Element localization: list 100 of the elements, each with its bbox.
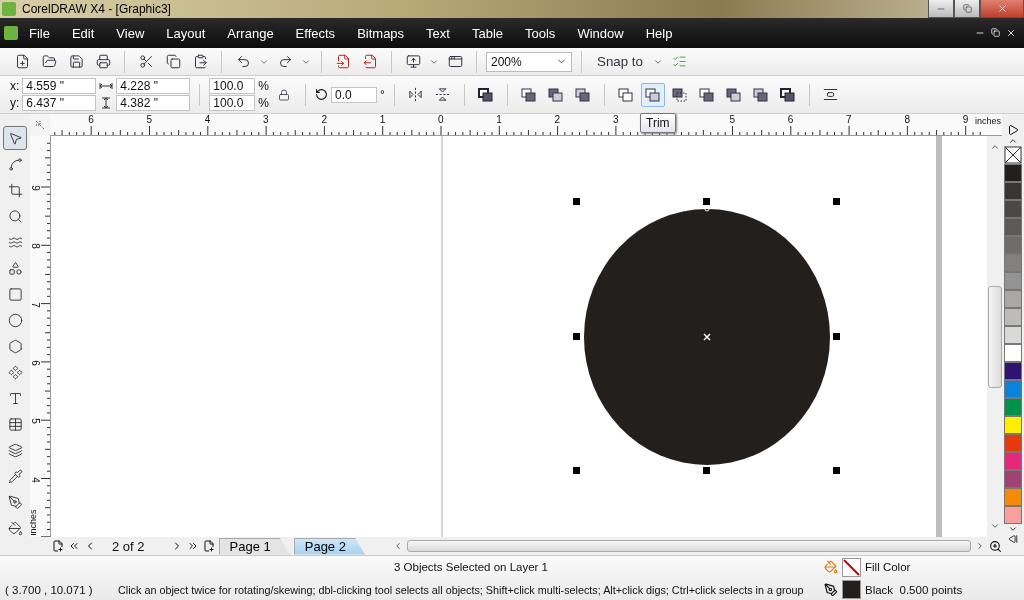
x-position-field[interactable]: 4.559 " — [22, 78, 97, 94]
ruler-origin-corner[interactable] — [30, 114, 50, 136]
mirror-icon — [408, 87, 424, 102]
ellipse-shape[interactable] — [584, 209, 830, 465]
overlapping-squares-icon — [547, 86, 565, 103]
scroll-up-icon[interactable] — [1008, 136, 1018, 146]
color-swatch[interactable] — [1004, 254, 1022, 272]
file-arrow-icon — [362, 54, 378, 69]
clipboard-icon — [192, 54, 208, 69]
selection-handle[interactable] — [703, 198, 710, 205]
color-swatch[interactable] — [1004, 434, 1022, 452]
color-swatch[interactable] — [1004, 272, 1022, 290]
fill-status: Fill Color — [865, 561, 911, 573]
menu-item[interactable]: View — [105, 25, 156, 41]
selection-handle[interactable] — [833, 467, 840, 474]
ruler-label: 4 — [204, 115, 211, 125]
menu-item[interactable]: Tools — [514, 25, 567, 41]
menu-item[interactable]: Table — [460, 25, 514, 41]
overlapping-squares-icon — [671, 86, 689, 103]
scroll-down-icon[interactable] — [1008, 524, 1018, 534]
overlapping-squares-icon — [520, 86, 538, 103]
color-swatch[interactable] — [1004, 182, 1022, 200]
center-marker — [703, 333, 711, 341]
selection-handle[interactable] — [833, 333, 840, 340]
selection-handle[interactable] — [703, 467, 710, 474]
palette-menu-icon[interactable] — [1007, 124, 1019, 136]
last-page-icon[interactable] — [186, 540, 199, 552]
ruler-label: 6 — [88, 115, 94, 125]
zoom-level-dropdown[interactable]: 200% — [486, 51, 572, 72]
percent-sign: % — [258, 79, 269, 93]
window-title: CorelDRAW X4 - [Graphic3] — [22, 2, 171, 16]
scale-y-field[interactable]: 100.0 — [209, 95, 256, 111]
color-swatch[interactable] — [1004, 218, 1022, 236]
page-tab[interactable]: Page 2 — [293, 537, 365, 555]
color-swatch[interactable] — [1004, 506, 1022, 524]
selection-handle[interactable] — [573, 467, 580, 474]
menu-item[interactable]: File — [18, 25, 61, 41]
color-swatch[interactable] — [1004, 470, 1022, 488]
ruler-label: 8 — [30, 243, 40, 250]
color-swatch[interactable] — [1004, 290, 1022, 308]
ruler-label: 1 — [379, 115, 386, 125]
selection-handle[interactable] — [573, 333, 580, 340]
color-swatch[interactable] — [1004, 200, 1022, 218]
tool-button[interactable] — [3, 126, 27, 150]
ruler-units: inches — [975, 117, 1001, 126]
menu-item[interactable]: Bitmaps — [346, 25, 416, 41]
close-button[interactable] — [980, 0, 1024, 18]
color-swatch[interactable] — [1004, 326, 1022, 344]
curve-icon — [7, 156, 23, 172]
add-page-icon[interactable] — [52, 540, 64, 552]
drawing-canvas[interactable] — [51, 136, 987, 537]
ruler-label: 3 — [612, 115, 619, 125]
scroll-start-icon[interactable] — [1008, 534, 1018, 544]
scroll-thumb[interactable] — [987, 285, 1002, 388]
snap-to-button[interactable]: Snap to — [591, 49, 649, 74]
menu-item[interactable]: Window — [566, 25, 635, 41]
menu-item[interactable]: Help — [634, 25, 684, 41]
color-swatch[interactable] — [1004, 344, 1022, 362]
selection-handle[interactable] — [573, 198, 580, 205]
no-color-swatch[interactable] — [1004, 146, 1022, 164]
color-swatch[interactable] — [1004, 488, 1022, 506]
y-position-field[interactable]: 6.437 " — [22, 95, 97, 111]
rotation-angle-field[interactable]: 0.0 — [331, 86, 377, 103]
first-page-icon[interactable] — [68, 540, 80, 552]
color-swatch[interactable] — [1004, 362, 1022, 380]
overlapping-squares-icon — [574, 86, 592, 103]
color-swatch[interactable] — [1004, 308, 1022, 326]
overlapping-squares-icon — [617, 86, 635, 103]
page-tab[interactable]: Page 1 — [218, 537, 290, 555]
menu-item[interactable]: Layout — [155, 25, 217, 41]
ruler-label: 2 — [321, 115, 327, 125]
scroll-thumb[interactable] — [406, 540, 971, 552]
restore-button[interactable] — [954, 0, 980, 18]
table-icon — [7, 416, 23, 432]
menu-item[interactable]: Text — [415, 25, 461, 41]
window-icon — [447, 54, 463, 69]
zoom-icon[interactable] — [989, 539, 1002, 553]
degree-sign: ° — [380, 87, 385, 102]
color-swatch[interactable] — [1004, 164, 1022, 182]
ruler-label: 5 — [146, 115, 153, 125]
color-swatch[interactable] — [1004, 416, 1022, 434]
menu-item[interactable]: Edit — [60, 25, 106, 41]
color-swatch[interactable] — [1004, 380, 1022, 398]
restore-icon[interactable] — [991, 28, 1000, 37]
menu-item[interactable]: Effects — [284, 25, 347, 41]
close-icon[interactable] — [1006, 28, 1016, 38]
layers-icon — [7, 442, 23, 458]
redo-icon — [277, 54, 293, 69]
selection-handle[interactable] — [833, 198, 840, 205]
width-field[interactable]: 4.228 " — [116, 78, 191, 94]
height-field[interactable]: 4.382 " — [116, 95, 191, 111]
scale-x-field[interactable]: 100.0 — [209, 78, 256, 94]
color-swatch[interactable] — [1004, 236, 1022, 254]
add-page-icon[interactable] — [202, 540, 215, 552]
percent-sign: % — [258, 96, 269, 110]
color-swatch[interactable] — [1004, 398, 1022, 416]
minimize-button[interactable] — [928, 0, 954, 18]
color-swatch[interactable] — [1004, 452, 1022, 470]
ruler-label: 6 — [30, 360, 40, 366]
menu-item[interactable]: Arrange — [216, 25, 285, 41]
